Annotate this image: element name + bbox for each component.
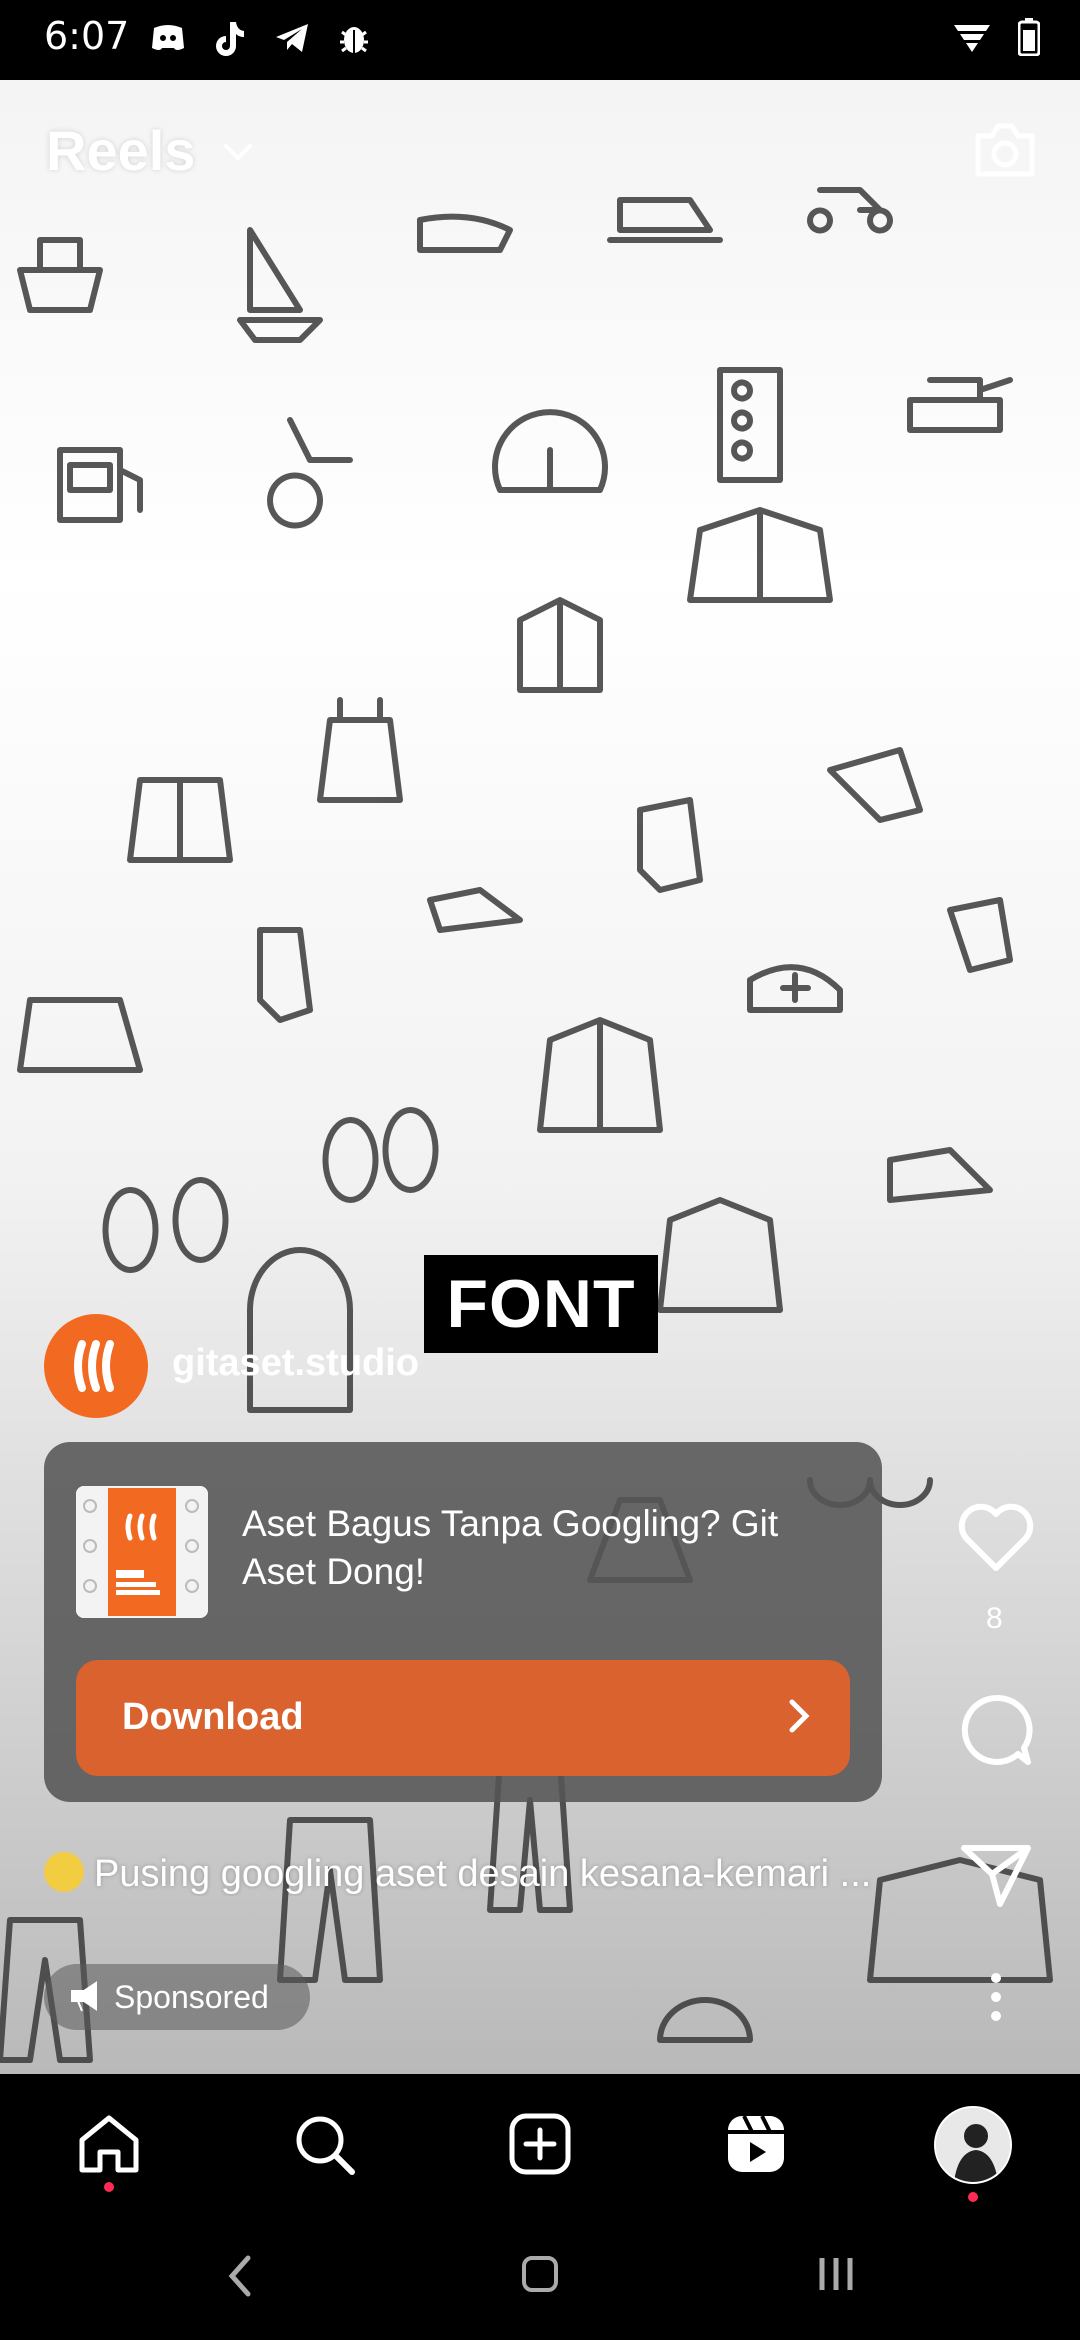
- home-button-icon[interactable]: [520, 2254, 560, 2294]
- sponsored-badge[interactable]: Sponsored: [44, 1964, 310, 2030]
- discord-icon: [152, 25, 184, 50]
- like-count: 8: [986, 1602, 1003, 1635]
- more-options-icon[interactable]: [990, 1972, 1002, 2022]
- chevron-down-icon[interactable]: [222, 142, 254, 162]
- ad-thumbnail: [76, 1486, 208, 1618]
- system-navigation: [0, 2214, 1080, 2340]
- system-icons: [952, 18, 1040, 56]
- comment-icon[interactable]: [958, 1692, 1034, 1768]
- notification-icons: [148, 18, 374, 58]
- status-bar: 6:07: [0, 0, 1080, 80]
- tiktok-icon: [216, 22, 244, 56]
- avatar[interactable]: [44, 1314, 148, 1418]
- create-icon[interactable]: [508, 2112, 572, 2176]
- battery-icon: [1018, 18, 1040, 56]
- heart-icon[interactable]: [956, 1502, 1036, 1574]
- recents-icon[interactable]: [816, 2254, 856, 2294]
- status-time: 6:07: [44, 14, 130, 58]
- share-icon[interactable]: [958, 1840, 1034, 1910]
- home-notification-dot: [104, 2182, 114, 2192]
- reel-video[interactable]: Reels FONT gitaset.studio Aset Bagus Tan…: [0, 80, 1080, 2074]
- megaphone-icon: [71, 1981, 97, 2012]
- chevron-right-icon: [789, 1699, 810, 1733]
- profile-notification-dot: [968, 2192, 978, 2202]
- woozy-face-icon: [44, 1852, 84, 1892]
- search-icon[interactable]: [292, 2112, 358, 2178]
- home-icon[interactable]: [76, 2112, 142, 2176]
- profile-photo: [936, 2108, 1010, 2182]
- video-overlay-text: FONT: [424, 1255, 658, 1353]
- ad-thumbnail-image: [76, 1486, 208, 1618]
- caption-text: Pusing googling aset desain kesana-kemar…: [94, 1853, 872, 1895]
- reels-icon[interactable]: [724, 2112, 788, 2176]
- caption[interactable]: Pusing googling aset desain kesana-kemar…: [44, 1852, 924, 1896]
- download-button-label: Download: [122, 1696, 304, 1738]
- page-title[interactable]: Reels: [46, 118, 195, 183]
- wifi-icon: [954, 25, 990, 52]
- ad-title: Aset Bagus Tanpa Googling? Git Aset Dong…: [242, 1503, 779, 1592]
- username[interactable]: gitaset.studio: [172, 1342, 419, 1385]
- telegram-icon: [276, 24, 308, 52]
- ad-card[interactable]: Aset Bagus Tanpa Googling? Git Aset Dong…: [44, 1442, 882, 1802]
- bug-icon: [340, 27, 368, 53]
- download-button[interactable]: Download: [76, 1660, 850, 1776]
- back-icon[interactable]: [226, 2254, 254, 2298]
- sponsored-label: Sponsored: [114, 1978, 269, 2015]
- brand-logo-icon: [74, 1340, 114, 1392]
- bottom-nav: [0, 2074, 1080, 2214]
- profile-avatar[interactable]: [934, 2106, 1012, 2184]
- camera-icon[interactable]: [972, 120, 1038, 180]
